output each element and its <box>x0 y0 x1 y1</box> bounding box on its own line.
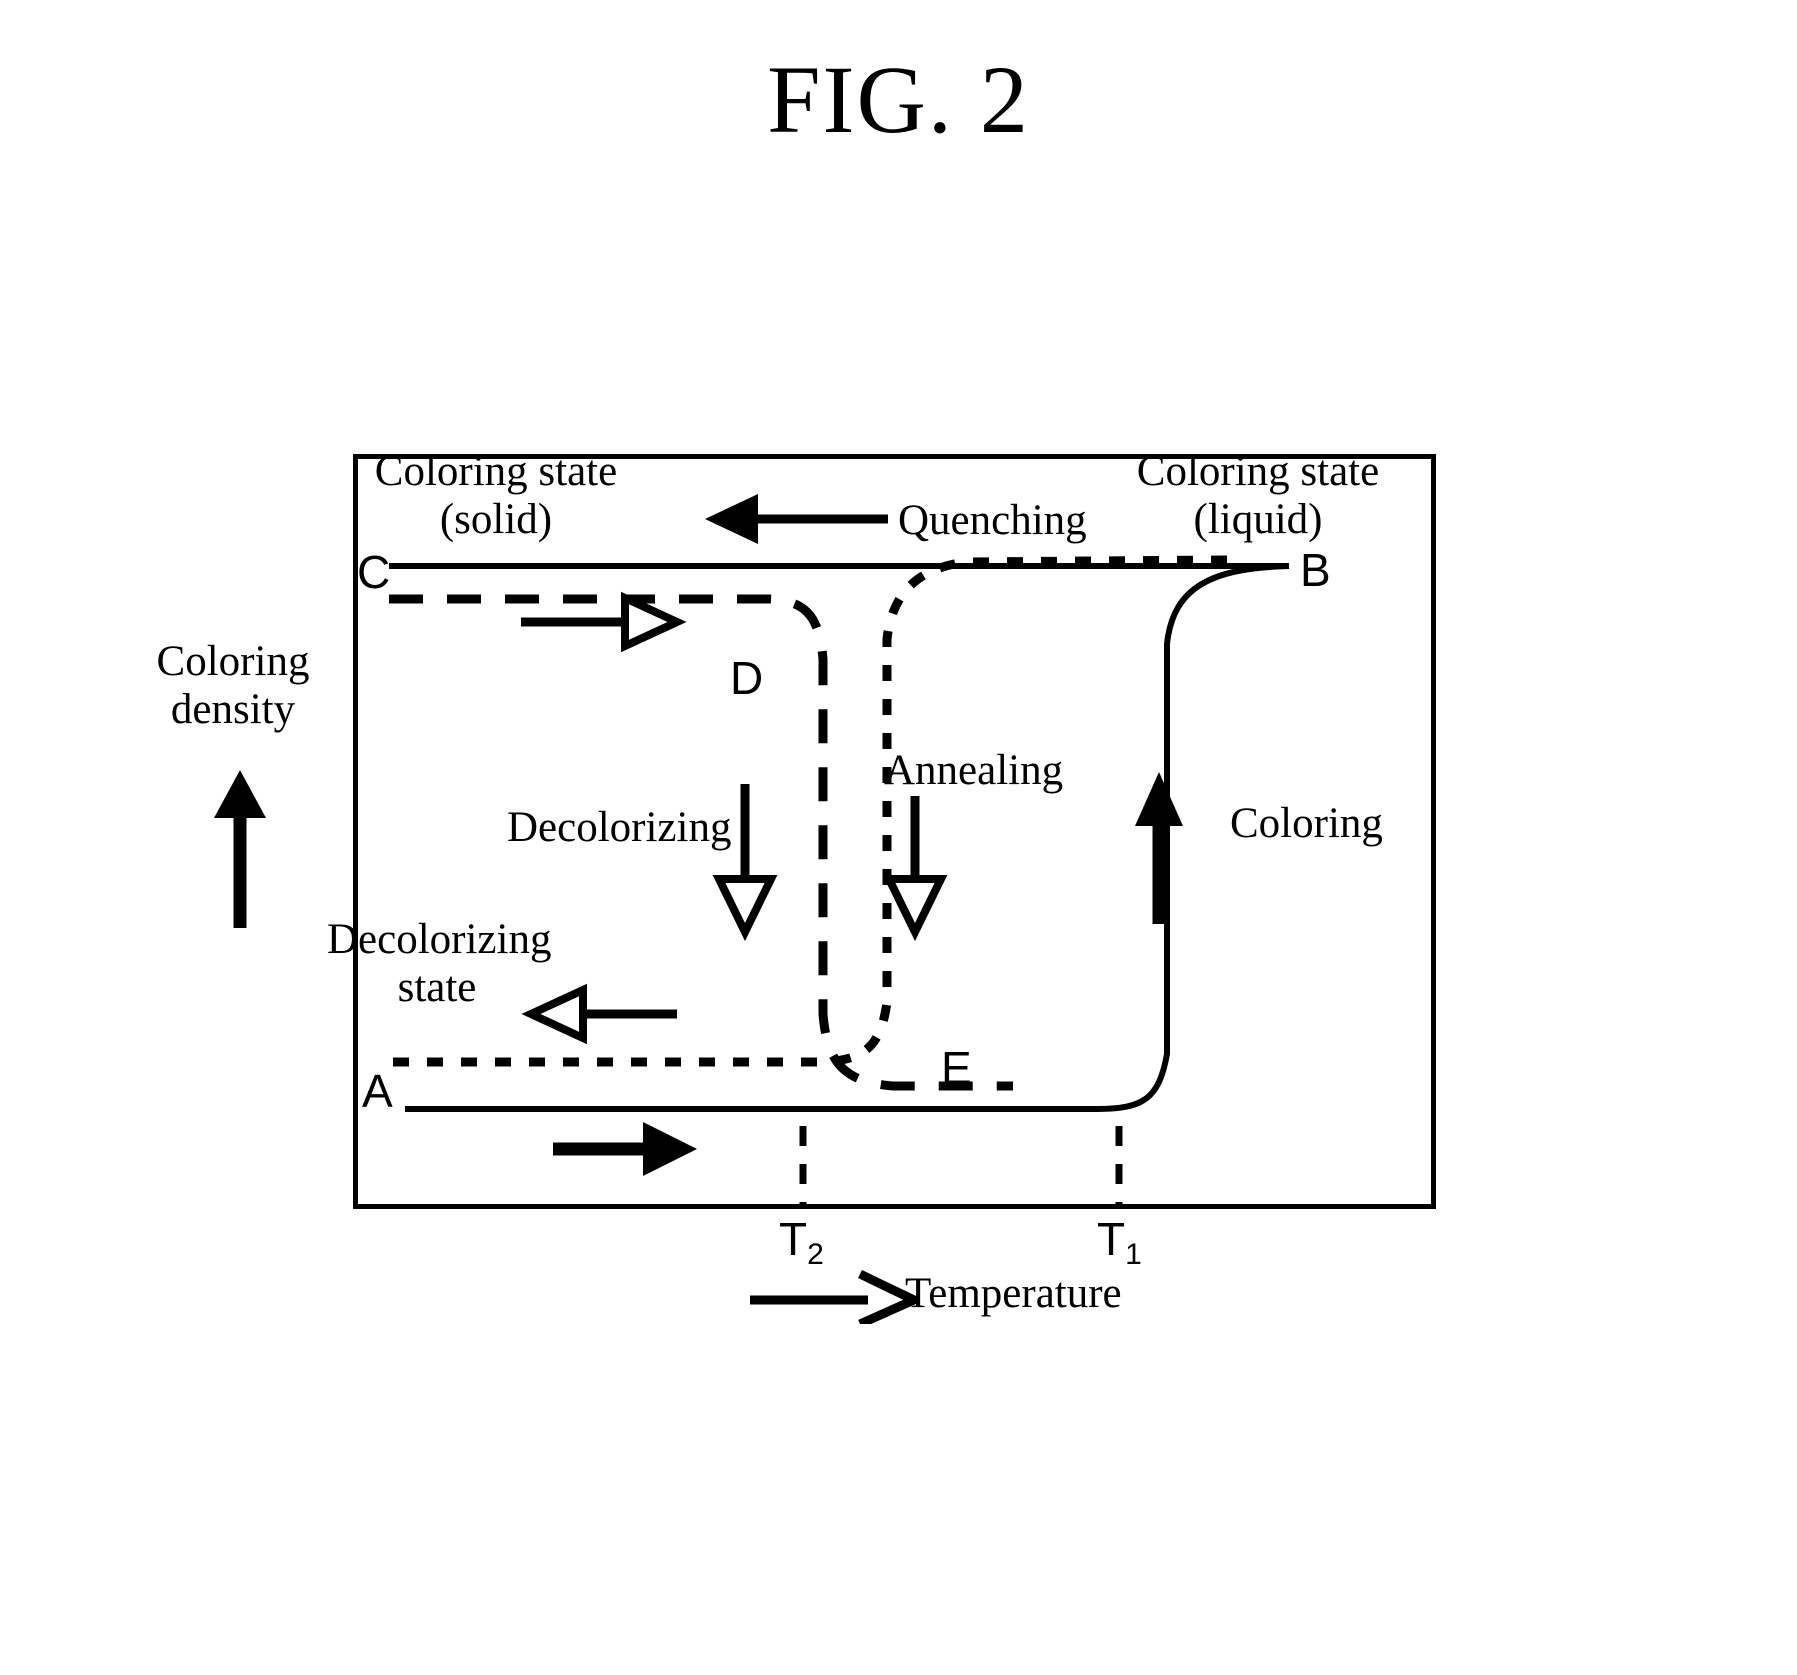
process-label-coloring: Coloring <box>1230 800 1383 847</box>
coloring-bottom-arrow-icon <box>553 1122 697 1176</box>
region-label-coloring-state-solid: Coloring state (solid) <box>366 448 626 544</box>
point-label-c: C <box>357 546 391 598</box>
point-label-e: E <box>941 1042 972 1094</box>
quenching-arrow-icon <box>705 494 888 544</box>
point-label-d: D <box>730 652 764 704</box>
x-tick-base: T <box>1097 1213 1126 1265</box>
region-label-line2: (solid) <box>439 496 553 544</box>
y-axis-label-line2: density <box>170 686 296 734</box>
region-label-decolorizing-state: Decolorizing state <box>327 916 551 1012</box>
decolorizing-left-arrow-icon <box>521 983 677 1045</box>
region-label-line2: state <box>397 964 477 1012</box>
process-label-quenching: Quenching <box>898 497 1087 544</box>
region-label-line1: Coloring state <box>374 448 618 495</box>
region-label-line2: (liquid) <box>1193 496 1323 544</box>
x-tick-label-t1: T1 <box>1097 1216 1142 1270</box>
coloring-top-arrow-icon <box>521 591 687 653</box>
region-label-line1: Decolorizing <box>327 916 552 963</box>
annealing-down-arrow-icon <box>882 796 948 942</box>
arrow-right-icon <box>750 1269 918 1324</box>
x-tick-base: T <box>779 1213 808 1265</box>
coloring-up-arrow-icon <box>1135 772 1183 924</box>
x-tick-sub: 1 <box>1125 1238 1142 1271</box>
point-label-b: B <box>1300 544 1331 596</box>
point-label-a: A <box>362 1065 393 1117</box>
arrow-up-icon <box>214 770 266 928</box>
region-label-coloring-state-liquid: Coloring state (liquid) <box>1128 448 1388 544</box>
y-axis-label-line1: Coloring <box>156 638 310 685</box>
process-label-decolorizing: Decolorizing <box>507 804 732 851</box>
region-label-line1: Coloring state <box>1136 448 1380 495</box>
x-axis-label: Temperature <box>905 1270 1122 1317</box>
figure-page: FIG. 2 Coloring density Coloring state (… <box>0 0 1797 1675</box>
y-axis-label: Coloring density <box>108 638 358 734</box>
process-label-annealing: Annealing <box>884 747 1064 794</box>
page-title: FIG. 2 <box>767 46 1030 153</box>
